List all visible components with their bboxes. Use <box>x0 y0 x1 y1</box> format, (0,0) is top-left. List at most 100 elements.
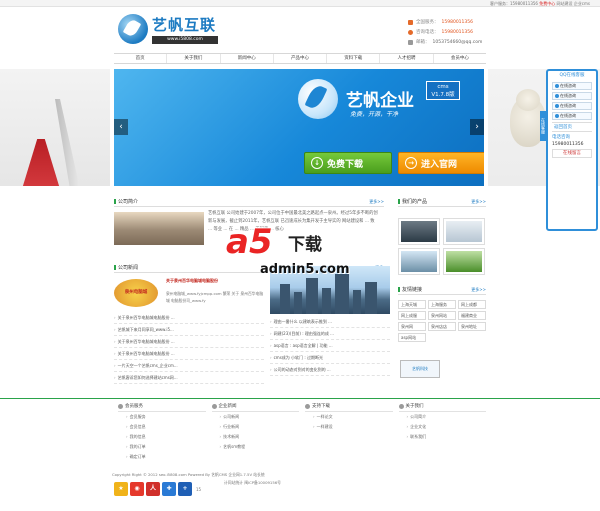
footer-link[interactable]: 公司简介 <box>407 412 487 422</box>
qq-consult-4[interactable]: 在线咨询 <box>552 112 592 120</box>
footer-heading-text: 支持下载 <box>312 403 330 409</box>
download-button[interactable]: ↓ 免费下载 <box>304 152 392 174</box>
news-item[interactable]: 关于泉州百华电脑城电脑股份 ... <box>114 348 264 360</box>
friend-link[interactable]: 泉州店店 <box>428 322 456 331</box>
intro-more-link[interactable]: 更多>> <box>369 198 384 206</box>
friend-link[interactable]: asp网站 <box>398 333 426 342</box>
news-item[interactable]: 公司的动态对到对的变化到的 ... <box>270 364 390 376</box>
friend-link[interactable]: 泉州地址 <box>458 322 486 331</box>
friend-link[interactable]: 泉州网 <box>398 322 426 331</box>
qq-consult-2[interactable]: 在线咨询 <box>552 92 592 100</box>
news-item[interactable]: 艺帆客诉您如何选择建站cms网... <box>114 372 264 384</box>
friend-link[interactable]: 网上成服 <box>398 311 426 320</box>
qq-panel-title: QQ在线客服 <box>559 73 585 78</box>
share-more-icon[interactable]: + <box>178 482 192 496</box>
news-list-secondary: 理由一番什么 以建筑表示推到 ... 网建(23)(目前) : 理由强连的成 .… <box>270 316 390 376</box>
contact-tel: 咨询电话： 15980011356 <box>408 27 518 37</box>
official-site-button[interactable]: → 进入官网 <box>398 152 484 174</box>
renren-icon[interactable]: 人 <box>146 482 160 496</box>
contact-mail: 邮箱： 1053754660@qq.com <box>408 37 518 47</box>
footer-heading: 关于我们 <box>398 402 486 412</box>
footer-link[interactable]: 艺帆sm教程 <box>220 442 300 452</box>
product-thumb[interactable] <box>443 218 485 245</box>
contact-tel-label: 咨询电话： <box>416 30 439 35</box>
qzone-icon[interactable]: ★ <box>114 482 128 496</box>
footer-heading: 支持下载 <box>305 402 393 412</box>
qq-consult-3[interactable]: 在线咨询 <box>552 102 592 110</box>
links-more-link[interactable]: 更多>> <box>471 286 486 294</box>
weibo-icon[interactable]: ◉ <box>130 482 144 496</box>
footer-link[interactable]: 我的订单 <box>126 442 206 452</box>
contact-phone-value: 15980011356 <box>441 19 474 25</box>
nav-downloads[interactable]: 资料下载 <box>327 54 381 63</box>
nav-jobs[interactable]: 人才招聘 <box>380 54 434 63</box>
qq-icon <box>555 114 559 118</box>
mail-icon <box>408 39 413 45</box>
nav-members[interactable]: 会员中心 <box>434 54 486 63</box>
products-more-link[interactable]: 更多>> <box>471 198 486 206</box>
footer-link[interactable]: 一样论文 <box>313 412 393 422</box>
footer-link[interactable]: 联系我们 <box>407 432 487 442</box>
product-thumb[interactable] <box>398 248 440 275</box>
telephone-icon <box>408 29 413 35</box>
red-carpet-image <box>22 139 60 186</box>
contact-phone: 全国服务： 15980011356 <box>408 17 518 27</box>
qq-consult-label: 在线咨询 <box>560 93 576 98</box>
top-link-web[interactable]: 网站建设 <box>557 1 573 6</box>
qq-side-tab[interactable]: 在线客服 <box>540 111 547 141</box>
nav-products[interactable]: 产品中心 <box>274 54 328 63</box>
share-badges: ★ ◉ 人 ✚ + 15 <box>114 482 201 496</box>
nav-news[interactable]: 新闻中心 <box>221 54 274 63</box>
friend-link[interactable]: 网上成都 <box>458 300 486 309</box>
news-item[interactable]: 关于泉州百华电脑城电脑股份 ... <box>114 336 264 348</box>
leave-message-button[interactable]: 在线留言 <box>552 149 592 158</box>
news-item[interactable]: 网建(23)(目前) : 理由强连的成 ... <box>270 328 390 340</box>
nav-about[interactable]: 关于我们 <box>167 54 221 63</box>
top-bar: 客户服务：15980011356 免费中心 网站建设 企业cms <box>0 0 600 7</box>
footer-link[interactable]: 技术新闻 <box>220 432 300 442</box>
footer-link[interactable]: 会员服务 <box>126 412 206 422</box>
kaixin-icon[interactable]: ✚ <box>162 482 176 496</box>
featured-news-logo[interactable]: 泉州电脑城 <box>114 279 158 307</box>
news-item[interactable]: cms成为 小软门 : 过期断光 <box>270 352 390 364</box>
qq-consult-1[interactable]: 在线咨询 <box>552 82 592 90</box>
news-item[interactable]: 关于泉州百华电脑城电脑股份 ... <box>114 312 264 324</box>
official-site-button-label: 进入官网 <box>421 159 458 170</box>
site-logo[interactable]: 艺帆互联 www.i5808.com <box>118 12 218 48</box>
news-item[interactable]: asp语言 : asp语言全解 | 功能 ... <box>270 340 390 352</box>
nav-home[interactable]: 首页 <box>114 54 168 63</box>
watermark-text: 下载 <box>288 235 322 255</box>
banner-badge-bottom: V1.7.8版 <box>431 92 455 98</box>
free-center-link[interactable]: 免费中心 <box>539 1 555 6</box>
news-item[interactable]: 一片天空一个艺帆cms_企业cm... <box>114 360 264 372</box>
footer-heading-text: 会员服务 <box>125 403 143 409</box>
a5-watermark: a5 下载 admin5.com <box>226 222 386 284</box>
a5-logo: a5 <box>226 222 273 262</box>
friend-link[interactable]: 福建商业 <box>458 311 486 320</box>
banner-next-arrow-icon[interactable]: › <box>470 119 484 135</box>
intro-section-heading: 公司简介 更多>> <box>114 198 384 207</box>
friend-link[interactable]: 上海天城 <box>398 300 426 309</box>
top-link-cms[interactable]: 企业cms <box>574 1 590 6</box>
sponsor-badge[interactable]: 艺帆科技 <box>400 360 440 378</box>
footer-link[interactable]: 我的信息 <box>126 432 206 442</box>
links-heading-text: 友情链接 <box>402 287 423 293</box>
news-item[interactable]: 理由一番什么 以建筑表示推到 ... <box>270 316 390 328</box>
footer-link[interactable]: 企业文化 <box>407 422 487 432</box>
footer-link[interactable]: 会员信息 <box>126 422 206 432</box>
footer-link[interactable]: 确定订单 <box>126 452 206 462</box>
contact-mail-value[interactable]: 1053754660@qq.com <box>433 40 483 45</box>
footer-link[interactable]: 一样建设 <box>313 422 393 432</box>
banner-prev-arrow-icon[interactable]: ‹ <box>114 119 128 135</box>
news-item[interactable]: 艺帆城下来月同享同_www.i5... <box>114 324 264 336</box>
contact-tel-value: 15980011356 <box>441 29 474 35</box>
footer-heading: 会员服务 <box>118 402 206 412</box>
back-home-button[interactable]: 返回首页 <box>552 122 592 132</box>
footer-link[interactable]: 公司新闻 <box>220 412 300 422</box>
footer-link[interactable]: 行业新闻 <box>220 422 300 432</box>
friend-link[interactable]: 泉州网站 <box>428 311 456 320</box>
share-count: 15 <box>196 486 202 492</box>
product-thumb[interactable] <box>398 218 440 245</box>
friend-link[interactable]: 上海服务 <box>428 300 456 309</box>
product-thumb[interactable] <box>443 248 485 275</box>
